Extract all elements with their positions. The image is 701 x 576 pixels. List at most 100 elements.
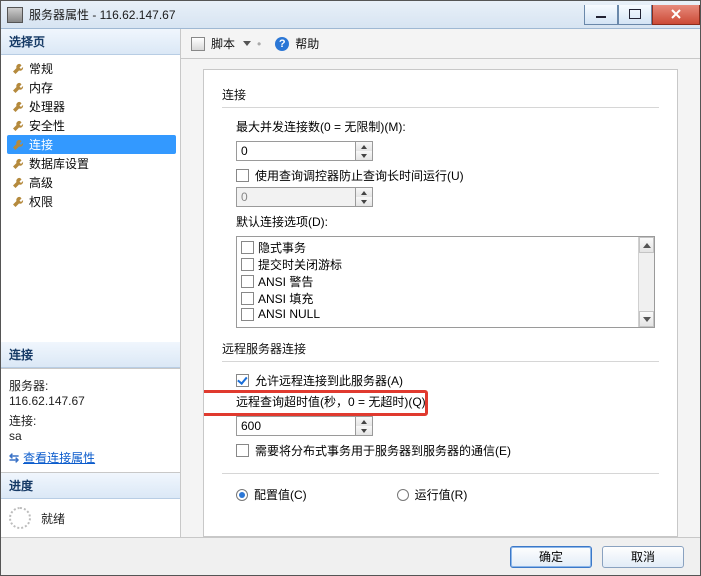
divider	[222, 473, 659, 474]
spin-down-button[interactable]	[356, 426, 372, 435]
scroll-track[interactable]	[639, 253, 654, 311]
right-column: 脚本 • ? 帮助 连接 最大并发连接数(0 = 无限制)(M):	[181, 29, 700, 537]
page-tree: 常规 内存 处理器 安全性 连接 数据库设置	[1, 55, 180, 219]
close-button[interactable]	[652, 5, 700, 25]
default-options-label: 默认连接选项(D):	[236, 213, 328, 230]
list-item[interactable]: 隐式事务	[241, 239, 634, 256]
connection-pane: 服务器: 116.62.147.67 连接: sa ⇆ 查看连接属性	[1, 368, 180, 472]
allow-remote-checkbox[interactable]	[236, 374, 249, 387]
dialog-footer: 确定 取消	[1, 537, 700, 575]
select-page-header: 选择页	[1, 29, 180, 55]
connection-properties-icon: ⇆	[9, 451, 19, 465]
sidebar-item-memory[interactable]: 内存	[7, 78, 176, 97]
option-checkbox[interactable]	[241, 275, 254, 288]
remote-section-label: 远程服务器连接	[222, 340, 659, 357]
sidebar-item-label: 内存	[29, 79, 53, 96]
sidebar-item-label: 常规	[29, 60, 53, 77]
sidebar-item-permissions[interactable]: 权限	[7, 192, 176, 211]
scroll-down-button[interactable]	[639, 311, 654, 327]
wrench-icon	[11, 119, 25, 133]
scrollbar[interactable]	[638, 237, 654, 327]
max-connections-label: 最大并发连接数(0 = 无限制)(M):	[236, 118, 406, 135]
sidebar-item-connections[interactable]: 连接	[7, 135, 176, 154]
option-checkbox[interactable]	[241, 292, 254, 305]
connections-section-label: 连接	[222, 86, 659, 103]
sidebar-item-label: 权限	[29, 193, 53, 210]
cancel-button-label: 取消	[631, 548, 655, 565]
spin-up-button[interactable]	[356, 417, 372, 426]
sidebar-item-security[interactable]: 安全性	[7, 116, 176, 135]
configured-radio[interactable]: 配置值(C)	[236, 486, 307, 503]
sidebar-item-general[interactable]: 常规	[7, 59, 176, 78]
option-checkbox[interactable]	[241, 241, 254, 254]
sidebar-item-processors[interactable]: 处理器	[7, 97, 176, 116]
list-item[interactable]: 提交时关闭游标	[241, 256, 634, 273]
configured-radio-label: 配置值(C)	[254, 486, 307, 503]
option-checkbox[interactable]	[241, 308, 254, 321]
script-button[interactable]: 脚本	[211, 35, 235, 52]
conn-value: sa	[9, 429, 172, 443]
option-label: 提交时关闭游标	[258, 256, 342, 273]
script-icon	[191, 37, 205, 51]
dtc-label: 需要将分布式事务用于服务器到服务器的通信(E)	[255, 442, 511, 459]
wrench-icon	[11, 157, 25, 171]
list-item[interactable]: ANSI 警告	[241, 273, 634, 290]
divider	[222, 107, 659, 108]
wrench-icon	[11, 138, 25, 152]
radio-icon	[236, 489, 248, 501]
radio-icon	[397, 489, 409, 501]
maximize-button[interactable]	[618, 5, 652, 25]
ok-button[interactable]: 确定	[510, 546, 592, 568]
remote-timeout-input[interactable]	[236, 416, 356, 436]
main-panel: 连接 最大并发连接数(0 = 无限制)(M): 使用查询调控器防止查询长时间运行…	[203, 69, 678, 537]
option-checkbox[interactable]	[241, 258, 254, 271]
ok-button-label: 确定	[539, 548, 563, 565]
divider	[222, 361, 659, 362]
use-governor-checkbox[interactable]	[236, 169, 249, 182]
option-label: ANSI 填充	[258, 290, 313, 307]
dtc-checkbox[interactable]	[236, 444, 249, 457]
sidebar-item-label: 高级	[29, 174, 53, 191]
server-value: 116.62.147.67	[9, 394, 172, 408]
sidebar-item-label: 处理器	[29, 98, 65, 115]
wrench-icon	[11, 100, 25, 114]
wrench-icon	[11, 81, 25, 95]
sidebar-item-label: 数据库设置	[29, 155, 89, 172]
connection-header: 连接	[1, 342, 180, 368]
view-connection-properties-link[interactable]: 查看连接属性	[23, 449, 95, 466]
wrench-icon	[11, 62, 25, 76]
option-label: ANSI 警告	[258, 273, 313, 290]
governor-cost-input	[236, 187, 356, 207]
script-dropdown-arrow-icon[interactable]	[243, 41, 251, 46]
option-label: 隐式事务	[258, 239, 306, 256]
help-button[interactable]: 帮助	[295, 35, 319, 52]
sidebar-item-advanced[interactable]: 高级	[7, 173, 176, 192]
list-item[interactable]: ANSI NULL	[241, 307, 634, 321]
allow-remote-label: 允许远程连接到此服务器(A)	[255, 372, 403, 389]
spin-down-button[interactable]	[356, 151, 372, 160]
wrench-icon	[11, 176, 25, 190]
minimize-button[interactable]	[584, 5, 618, 25]
toolbar: 脚本 • ? 帮助	[181, 29, 700, 59]
progress-header: 进度	[1, 473, 180, 499]
sidebar-item-label: 连接	[29, 136, 53, 153]
spin-down-button	[356, 197, 372, 206]
conn-label: 连接:	[9, 412, 172, 429]
progress-status: 就绪	[41, 510, 65, 527]
sidebar-item-database-settings[interactable]: 数据库设置	[7, 154, 176, 173]
option-label: ANSI NULL	[258, 307, 320, 321]
list-item[interactable]: ANSI 填充	[241, 290, 634, 307]
use-governor-label: 使用查询调控器防止查询长时间运行(U)	[255, 167, 464, 184]
title-bar: 服务器属性 - 116.62.147.67	[1, 1, 700, 29]
running-radio[interactable]: 运行值(R)	[397, 486, 468, 503]
wrench-icon	[11, 195, 25, 209]
progress-spinner-icon	[9, 507, 31, 529]
app-icon	[7, 7, 23, 23]
server-label: 服务器:	[9, 377, 172, 394]
default-options-listbox[interactable]: 隐式事务 提交时关闭游标 ANSI 警告 ANSI 填充 ANSI NULL	[236, 236, 655, 328]
spin-up-button[interactable]	[356, 142, 372, 151]
cancel-button[interactable]: 取消	[602, 546, 684, 568]
scroll-up-button[interactable]	[639, 237, 654, 253]
left-column: 选择页 常规 内存 处理器 安全性 连接	[1, 29, 181, 537]
max-connections-input[interactable]	[236, 141, 356, 161]
